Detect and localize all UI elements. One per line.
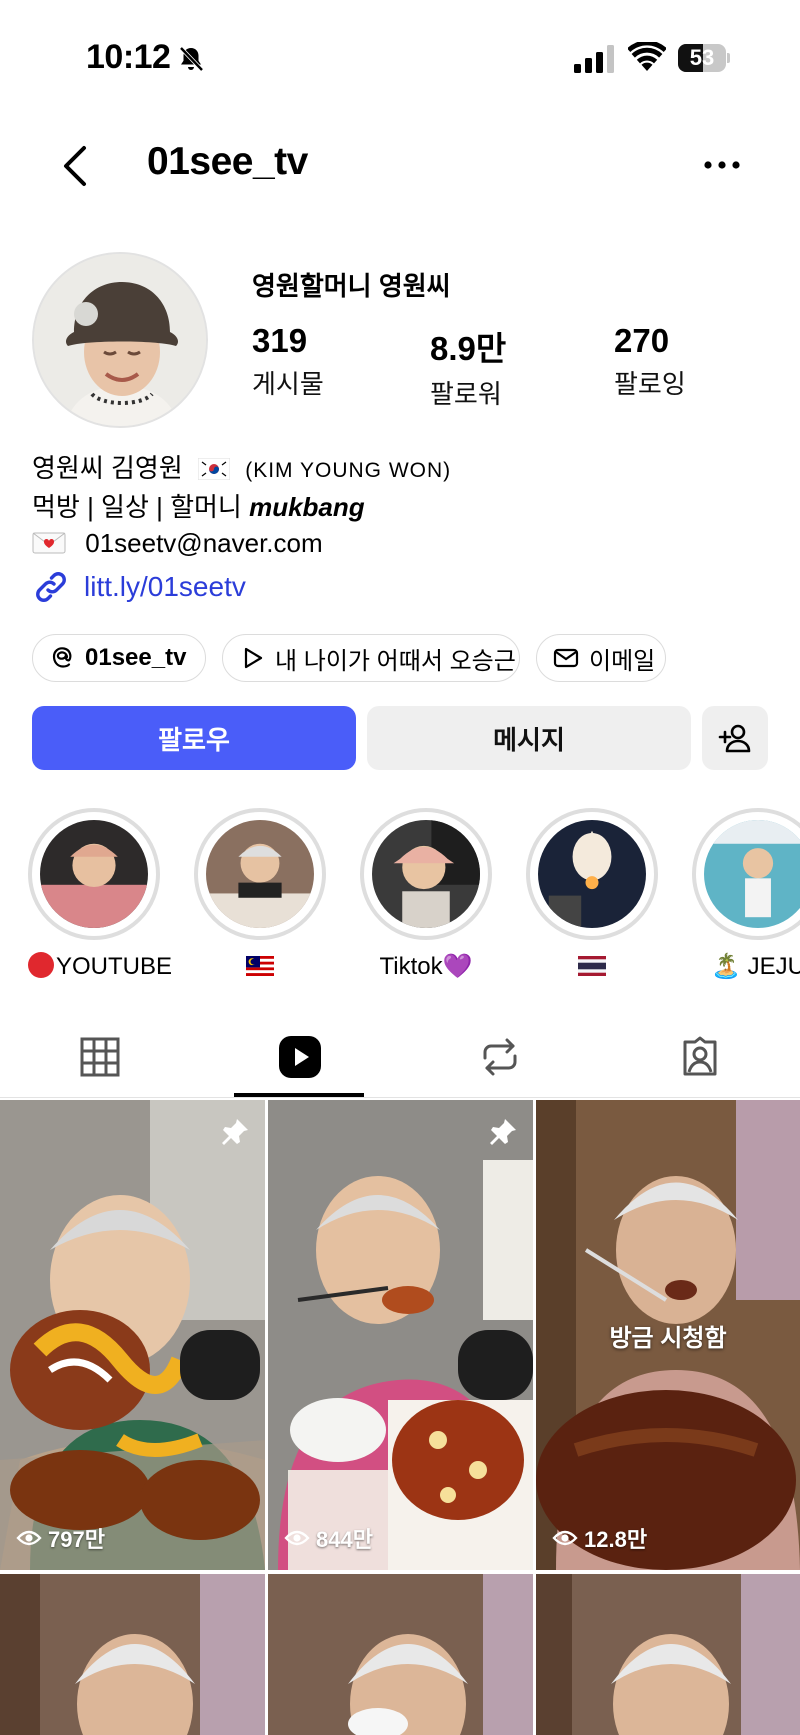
eye-icon [16, 1530, 42, 1546]
bio-line-name: 영원씨 김영원 (KIM YOUNG WON) [32, 450, 451, 489]
profile-bio: 영원씨 김영원 (KIM YOUNG WON) 먹방 | 일상 | 할머니 mu… [32, 450, 451, 561]
bio-latin-name: (KIM YOUNG WON) [245, 459, 452, 482]
threads-chip-label: 01see_tv [85, 644, 187, 671]
message-button[interactable]: 메시지 [367, 706, 691, 770]
pin-icon [490, 1119, 516, 1145]
highlight-cover [40, 820, 148, 928]
grid-icon [80, 1037, 120, 1077]
profile-display-name: 영원할머니 영원씨 [252, 271, 451, 301]
status-time: 10:12 [86, 38, 171, 76]
reel-thumbnail [0, 1574, 265, 1735]
reel-thumbnail [0, 1100, 265, 1570]
reels-grid: 797만 844만 방금 시청함 12.8만 [0, 1100, 800, 1735]
battery-indicator: 53 [678, 44, 730, 72]
reel-thumbnail [268, 1100, 533, 1570]
profile-tabs [0, 1016, 800, 1098]
pin-icon [222, 1119, 248, 1145]
following-value: 270 [614, 322, 670, 359]
korea-flag-icon [197, 458, 230, 480]
bio-line-email: 01seetv@naver.com [32, 525, 451, 561]
avatar-photo [34, 254, 206, 426]
bio-korean-name: 영원씨 김영원 [32, 453, 183, 483]
highlight-label: 🏝️ JEJU [711, 953, 800, 980]
reel-thumbnail [268, 1574, 533, 1735]
highlight-cover [372, 820, 480, 928]
tagged-icon [683, 1036, 717, 1076]
highlight-thailand[interactable] [526, 808, 658, 980]
eye-icon [552, 1530, 578, 1546]
highlight-malaysia[interactable] [194, 808, 326, 980]
followers-count[interactable]: 8.9만 팔로워 [430, 322, 506, 411]
following-count[interactable]: 270 팔로잉 [614, 322, 686, 401]
tab-tagged[interactable] [600, 1016, 800, 1098]
highlight-tiktok[interactable]: Tiktok💜 [360, 808, 492, 981]
love-letter-icon [32, 532, 66, 554]
mail-icon [553, 648, 579, 668]
tabs-divider [0, 1097, 800, 1098]
posts-value: 319 [252, 322, 308, 359]
reposts-icon [483, 1038, 517, 1076]
profile-username: 01see_tv [147, 140, 308, 183]
reel-thumbnail [536, 1574, 800, 1735]
eye-icon [284, 1530, 310, 1546]
link-icon [36, 572, 66, 602]
status-bar: 10:12 53 [0, 0, 800, 100]
posts-count[interactable]: 319 게시물 [252, 322, 324, 401]
view-count-value: 844만 [316, 1527, 373, 1552]
followers-value: 8.9만 [430, 330, 507, 367]
reel-tile[interactable] [536, 1574, 800, 1735]
highlight-jeju[interactable]: 🏝️ JEJU [692, 808, 800, 981]
suggest-people-button[interactable] [702, 706, 768, 770]
following-label: 팔로잉 [614, 369, 686, 399]
back-arrow-icon[interactable] [58, 142, 92, 190]
view-count: 844만 [284, 1522, 373, 1554]
bio-line-topics: 먹방 | 일상 | 할머니 mukbang [32, 489, 451, 525]
music-chip[interactable]: 내 나이가 어때서 오승근 [222, 634, 520, 682]
view-count-value: 12.8만 [584, 1527, 648, 1552]
tab-reels[interactable] [200, 1016, 400, 1098]
email-chip[interactable]: 이메일 [536, 634, 666, 682]
threads-icon [52, 647, 72, 668]
red-circle-icon [28, 952, 54, 978]
bio-topics: 먹방 | 일상 | 할머니 [32, 492, 242, 522]
highlight-cover [206, 820, 314, 928]
follow-button[interactable]: 팔로우 [32, 706, 356, 770]
signal-icon [574, 45, 614, 73]
followers-label: 팔로워 [430, 379, 502, 409]
wifi-icon [628, 42, 666, 71]
reel-tile[interactable] [268, 1574, 533, 1735]
profile-link[interactable]: litt.ly/01seetv [32, 568, 246, 606]
view-count: 797만 [16, 1522, 105, 1554]
malaysia-flag-icon [246, 956, 274, 976]
recently-watched-label: 방금 시청함 [609, 1325, 727, 1352]
reels-icon [279, 1036, 321, 1078]
threads-chip[interactable]: 01see_tv [32, 634, 206, 682]
view-count: 12.8만 [552, 1522, 647, 1554]
music-chip-label: 내 나이가 어때서 오승근 [275, 647, 516, 675]
play-icon [244, 647, 263, 669]
view-count-value: 797만 [48, 1527, 105, 1552]
battery-percent: 53 [689, 45, 715, 70]
reel-tile[interactable]: 844만 [268, 1100, 533, 1570]
highlight-label: Tiktok💜 [379, 953, 473, 980]
profile-avatar[interactable] [32, 252, 208, 428]
tab-posts-grid[interactable] [0, 1016, 200, 1098]
highlight-cover [538, 820, 646, 928]
link-url: litt.ly/01seetv [84, 571, 246, 602]
bio-mukbang: mukbang [249, 492, 365, 522]
bio-email[interactable]: 01seetv@naver.com [85, 528, 322, 558]
tab-reposts[interactable] [400, 1016, 600, 1098]
highlight-youtube[interactable]: YOUTUBE [28, 808, 172, 981]
highlight-cover [704, 820, 800, 928]
highlight-label: YOUTUBE [56, 953, 173, 980]
add-person-icon [718, 724, 751, 753]
reel-tile[interactable] [0, 1574, 265, 1735]
posts-label: 게시물 [252, 369, 324, 399]
reel-tile[interactable]: 797만 [0, 1100, 265, 1570]
more-options-icon[interactable] [702, 150, 742, 180]
reel-tile[interactable]: 방금 시청함 12.8만 [536, 1100, 800, 1570]
email-chip-label: 이메일 [589, 647, 656, 675]
thailand-flag-icon [578, 956, 606, 976]
bell-muted-icon [179, 46, 204, 72]
